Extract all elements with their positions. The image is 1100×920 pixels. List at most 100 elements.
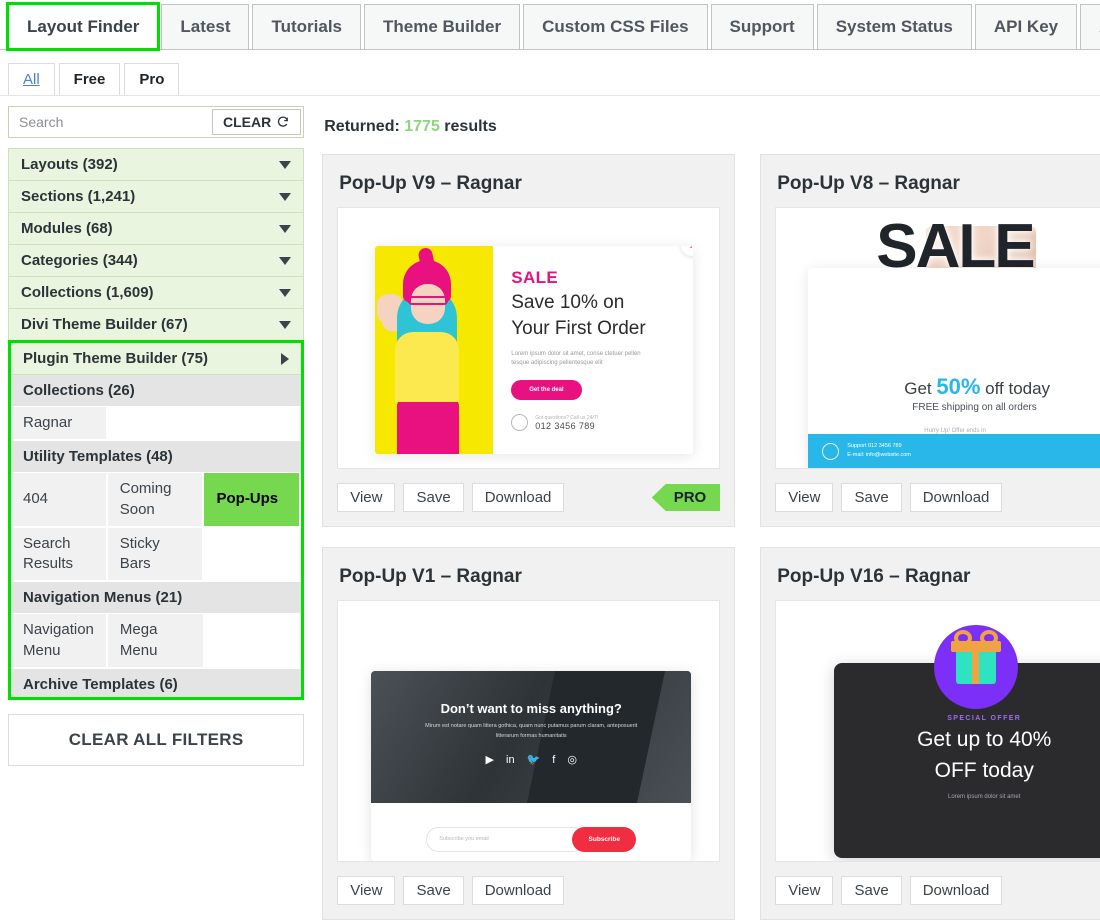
filter-group-header: Collections (26) [11,375,302,407]
instagram-icon[interactable]: ◎ [567,754,577,766]
popup-hero: Don’t want to miss anything? Mirum est n… [371,671,692,803]
popup-modal: x Don’t want to miss anything? Mirum est… [371,671,692,861]
search-box: CLEAR [8,106,305,138]
save-button[interactable]: Save [403,876,464,905]
popup-body: Mirum est notare quam littera gothica, q… [425,723,638,739]
chevron-down-icon [279,224,292,233]
sale-wordmark: SALE [876,212,1035,281]
card-preview[interactable]: x Don’t want to miss anything? Mirum est… [337,600,721,862]
top-nav-tabs: Layout Finder Latest Tutorials Theme Builde… [0,0,1100,51]
subscribe-form: Subscribe you email Subscribe [371,803,692,861]
card-actions: View Save Download PRO [337,483,721,512]
linkedin-icon[interactable]: in [506,754,515,766]
result-card: Pop-Up V8 – Ragnar SALE Get 50% off toda… [760,154,1100,527]
pro-badge: PRO [651,484,721,511]
save-button[interactable]: Save [841,483,902,512]
view-button[interactable]: View [337,876,396,905]
accordion-plugin-theme-builder[interactable]: Plugin Theme Builder (75) [11,343,302,375]
nav-tab-api-key[interactable]: API Key [974,4,1078,49]
returned-suffix: results [444,118,497,135]
download-button[interactable]: Download [909,483,1003,512]
accordion-categories-344[interactable]: Categories (344) [9,245,304,277]
headset-icon [511,414,529,431]
facebook-icon[interactable]: f [552,754,555,766]
filter-item-search-results[interactable]: Search Results [11,527,108,583]
popup-heading-line2: OFF today [934,758,1034,782]
save-button[interactable]: Save [403,483,464,512]
filter-item-mega-menu[interactable]: Mega Menu [107,614,205,669]
social-links: ▶ in 🐦 f ◎ [371,754,691,766]
popup-heading-line1: Get up to 40% [917,728,1052,751]
result-card: Pop-Up V9 – Ragnar x SALE Save 10% on Yo… [322,154,736,527]
card-preview[interactable]: SPECIAL OFFER Get up to 40% OFF today Lo… [775,600,1100,862]
returned-prefix: Returned: [324,118,400,135]
filter-item-navigation-menu[interactable]: Navigation Menu [11,614,108,669]
filter-item-empty [204,527,302,583]
filter-item-pop-ups[interactable]: Pop-Ups [204,473,302,528]
popup-cta-button[interactable]: Get the deal [511,380,582,400]
clear-all-filters-button[interactable]: CLEAR ALL FILTERS [8,714,305,766]
subtab-all[interactable]: All [8,63,55,95]
support-bar: Support 012 3456 789 E-mail: info@websit… [808,434,1100,468]
popup-preview-v9: x SALE Save 10% on Your First Order Lore… [338,208,719,468]
nav-tab-custom-css-files[interactable]: Custom CSS Files [523,4,708,49]
filter-item-ragnar[interactable]: Ragnar [11,407,108,442]
result-card: Pop-Up V16 – Ragnar SPECIAL OFFER Get up… [760,547,1100,920]
nav-tab-latest[interactable]: Latest [161,4,250,49]
card-preview[interactable]: x SALE Save 10% on Your First Order Lore… [337,207,721,469]
reload-icon [278,116,289,127]
nav-tab-theme-builder[interactable]: Theme Builder [364,4,521,49]
youtube-icon[interactable]: ▶ [486,754,494,766]
accordion-divi-theme-builder-67[interactable]: Divi Theme Builder (67) [9,309,304,341]
offer-prefix: Get [904,379,932,398]
card-title: Pop-Up V8 – Ragnar [777,173,960,194]
popup-modal: SPECIAL OFFER Get up to 40% OFF today Lo… [834,625,1100,858]
accordion-label: Modules (68) [21,220,113,237]
subtab-free[interactable]: Free [58,63,121,95]
nav-tab-system-status[interactable]: System Status [816,4,972,49]
filter-accordion-list: Layouts (392) Sections (1,241) Modules (68… [8,148,305,341]
popup-preview-v1: x Don’t want to miss anything? Mirum est… [338,601,719,861]
twitter-icon[interactable]: 🐦 [527,754,541,766]
popup-heading-line1: Save 10% on [511,292,625,313]
download-button[interactable]: Download [909,876,1003,905]
nav-tab-layout-finder[interactable]: Layout Finder [5,2,161,51]
subtab-pro[interactable]: Pro [124,63,180,95]
headset-icon [822,442,840,460]
chevron-down-icon [279,192,292,201]
popup-heading-line2: Your First Order [511,318,646,340]
view-button[interactable]: View [337,483,396,512]
accordion-label: Collections (1,609) [21,284,154,301]
support-label: Got questions? Call us 24/7! [535,414,599,421]
popup-heading: Don’t want to miss anything? [440,701,622,716]
accordion-layouts-392[interactable]: Layouts (392) [9,149,304,181]
download-button[interactable]: Download [471,483,565,512]
shipping-line: FREE shipping on all orders [912,402,1037,413]
filter-group-header: Navigation Menus (21) [11,582,302,615]
accordion-label: Sections (1,241) [21,188,136,205]
subscribe-button[interactable]: Subscribe [572,826,637,852]
filter-item-coming-soon[interactable]: Coming Soon [107,473,205,528]
filter-item-404[interactable]: 404 [11,473,108,528]
nav-tab-support[interactable]: Support [710,4,814,49]
nav-tab-tutorials[interactable]: Tutorials [252,4,362,49]
filter-item-sticky-bars[interactable]: Sticky Bars [107,527,205,583]
view-button[interactable]: View [775,876,834,905]
accordion-collections-1-609[interactable]: Collections (1,609) [9,277,304,309]
accordion-modules-68[interactable]: Modules (68) [9,213,304,245]
model-photo [375,246,494,454]
close-icon[interactable]: x [681,246,694,256]
results-count: 1775 [404,118,440,135]
main-content: CLEAR Layouts (392) Sections (1,241) Modul… [0,96,1100,920]
email-field[interactable]: Subscribe you email [426,826,587,852]
download-button[interactable]: Download [471,876,565,905]
popup-modal: x SALE Save 10% on Your First Order Lore… [375,246,694,454]
filter-item-empty [204,614,302,669]
save-button[interactable]: Save [841,876,902,905]
clear-search-button[interactable]: CLEAR [212,109,302,135]
view-button[interactable]: View [775,483,834,512]
card-preview[interactable]: SALE Get 50% off today FREE shipping on … [775,207,1100,469]
accordion-sections-1-241[interactable]: Sections (1,241) [9,181,304,213]
nav-tab-adva[interactable]: Adva [1080,4,1100,49]
search-input[interactable] [9,107,210,137]
